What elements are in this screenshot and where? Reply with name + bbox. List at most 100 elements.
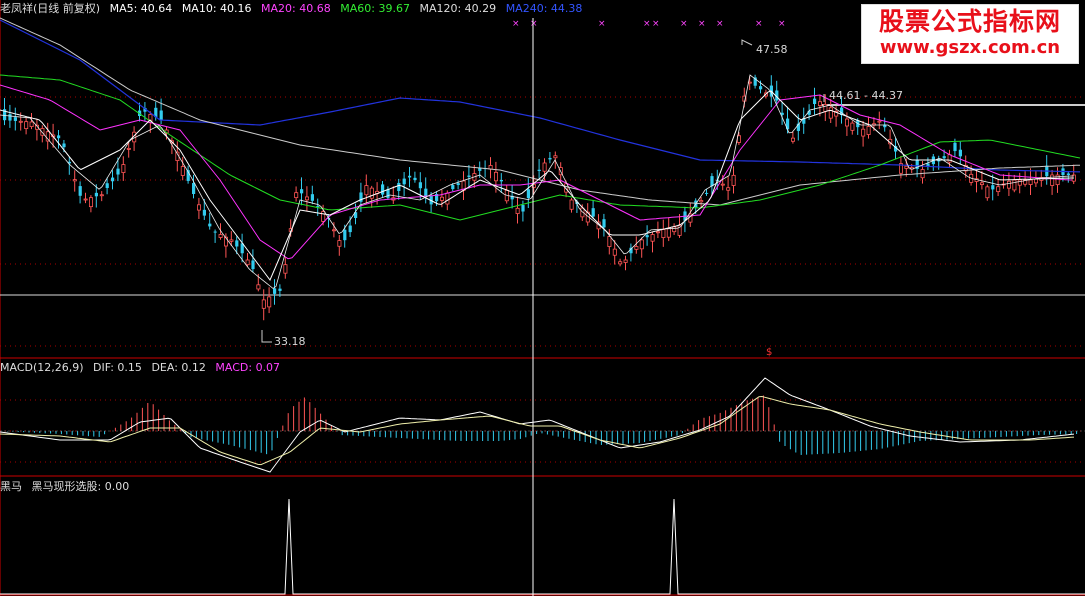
candle-body [710,176,714,187]
signal-mark: × [716,19,724,29]
candle-body [24,121,29,130]
candle-body [218,234,223,238]
ma5-label: MA5: 40.64 [109,2,173,15]
candle-body [229,239,234,242]
candle-body [672,226,677,233]
candle-body [1007,180,1012,189]
candle-body [439,196,444,201]
signal-mark: × [530,19,538,29]
candle-body [515,207,520,214]
stock-name: 老凤祥(日线 前复权) [0,2,101,15]
candle-body [996,186,1001,193]
signal-mark: × [643,19,651,29]
candle-body [645,235,649,238]
chart-canvas[interactable]: × × × × × × × × × × [0,0,1085,596]
stock-chart-window: × × × × × × × × × × 老凤祥(日线 前复权) MA5: 40.64 MA10: … [0,0,1085,596]
candle-body [569,199,574,210]
candle-body [99,194,104,197]
candle-body [321,211,326,222]
candle-body [213,231,217,233]
candle-body [467,175,471,177]
candle-body [456,183,460,186]
high-marker [741,39,753,46]
candle-body [656,231,661,234]
signal-mark: × [778,19,786,29]
candle-body [661,229,666,239]
candle-body [337,240,342,247]
candle-body [607,236,612,247]
candle-body [591,208,595,217]
candle-body [386,189,390,198]
candle-body [381,184,385,195]
candle-body [499,179,503,182]
dea-line [0,395,1075,466]
candle-body [94,192,98,197]
candle-body [369,187,374,199]
candle-body [273,288,277,294]
candle-body [57,135,61,139]
candle-body [991,185,995,190]
candle-body [310,194,314,201]
candle-body [413,177,417,181]
range-label: 44.61 - 44.37 [829,89,903,102]
candle-body [548,157,552,160]
candle-body [553,155,558,159]
candle-body [1028,179,1033,185]
low-price-label: 33.18 [274,335,306,348]
macd-histogram [1,395,1078,455]
candle-body [202,209,206,216]
heima-signal-line [0,498,1085,595]
signal-mark: × [598,19,606,29]
candle-body [720,183,725,186]
ma20-label: MA20: 40.68 [261,2,331,15]
candle-body [159,110,163,120]
ma240-label: MA240: 44.38 [505,2,583,15]
candle-body [451,185,455,190]
candle-body [947,154,952,163]
high-price-label: 47.58 [756,43,788,56]
candle-body [331,229,336,232]
candle-body [866,126,871,135]
candle-body [634,246,639,250]
candle-body [985,186,990,199]
candle-body [493,171,498,182]
candles [3,74,1076,321]
watermark-title: 股票公式指标网 [878,7,1061,36]
candle-body [813,98,817,104]
heima-title: 黑马 [0,480,22,493]
candle-body [105,183,109,188]
s-marker: $ [766,347,773,358]
candle-body [823,104,828,112]
candle-body [364,185,369,196]
candle-body [89,197,94,208]
candle-body [402,178,406,185]
candle-body [877,120,882,123]
candle-body [726,187,731,191]
candle-body [408,175,412,178]
candle-body [397,182,401,191]
candle-body [818,101,823,107]
low-marker [261,330,272,343]
candle-body [283,264,288,274]
signal-mark: × [512,19,520,29]
candle-body [1066,173,1070,175]
candle-body [180,166,185,176]
watermark-url: www.gszx.com.cn [879,37,1061,58]
ma60-label: MA60: 39.67 [340,2,410,15]
watermark-logo: 股票公式指标网 www.gszx.com.cn [861,4,1079,64]
candle-body [828,107,833,119]
candle-body [650,234,655,242]
candle-body [1012,179,1017,191]
dif-label: DIF: 0.15 [93,361,142,374]
candle-body [980,182,985,185]
candle-body [72,179,77,182]
candle-body [731,174,736,186]
candle-body [8,114,12,121]
candle-body [83,198,88,201]
candle-body [791,137,796,142]
candle-body [208,223,212,227]
candle-body [537,169,541,171]
candle-body [521,205,525,212]
candle-body [192,183,196,194]
candle-body [304,196,309,201]
